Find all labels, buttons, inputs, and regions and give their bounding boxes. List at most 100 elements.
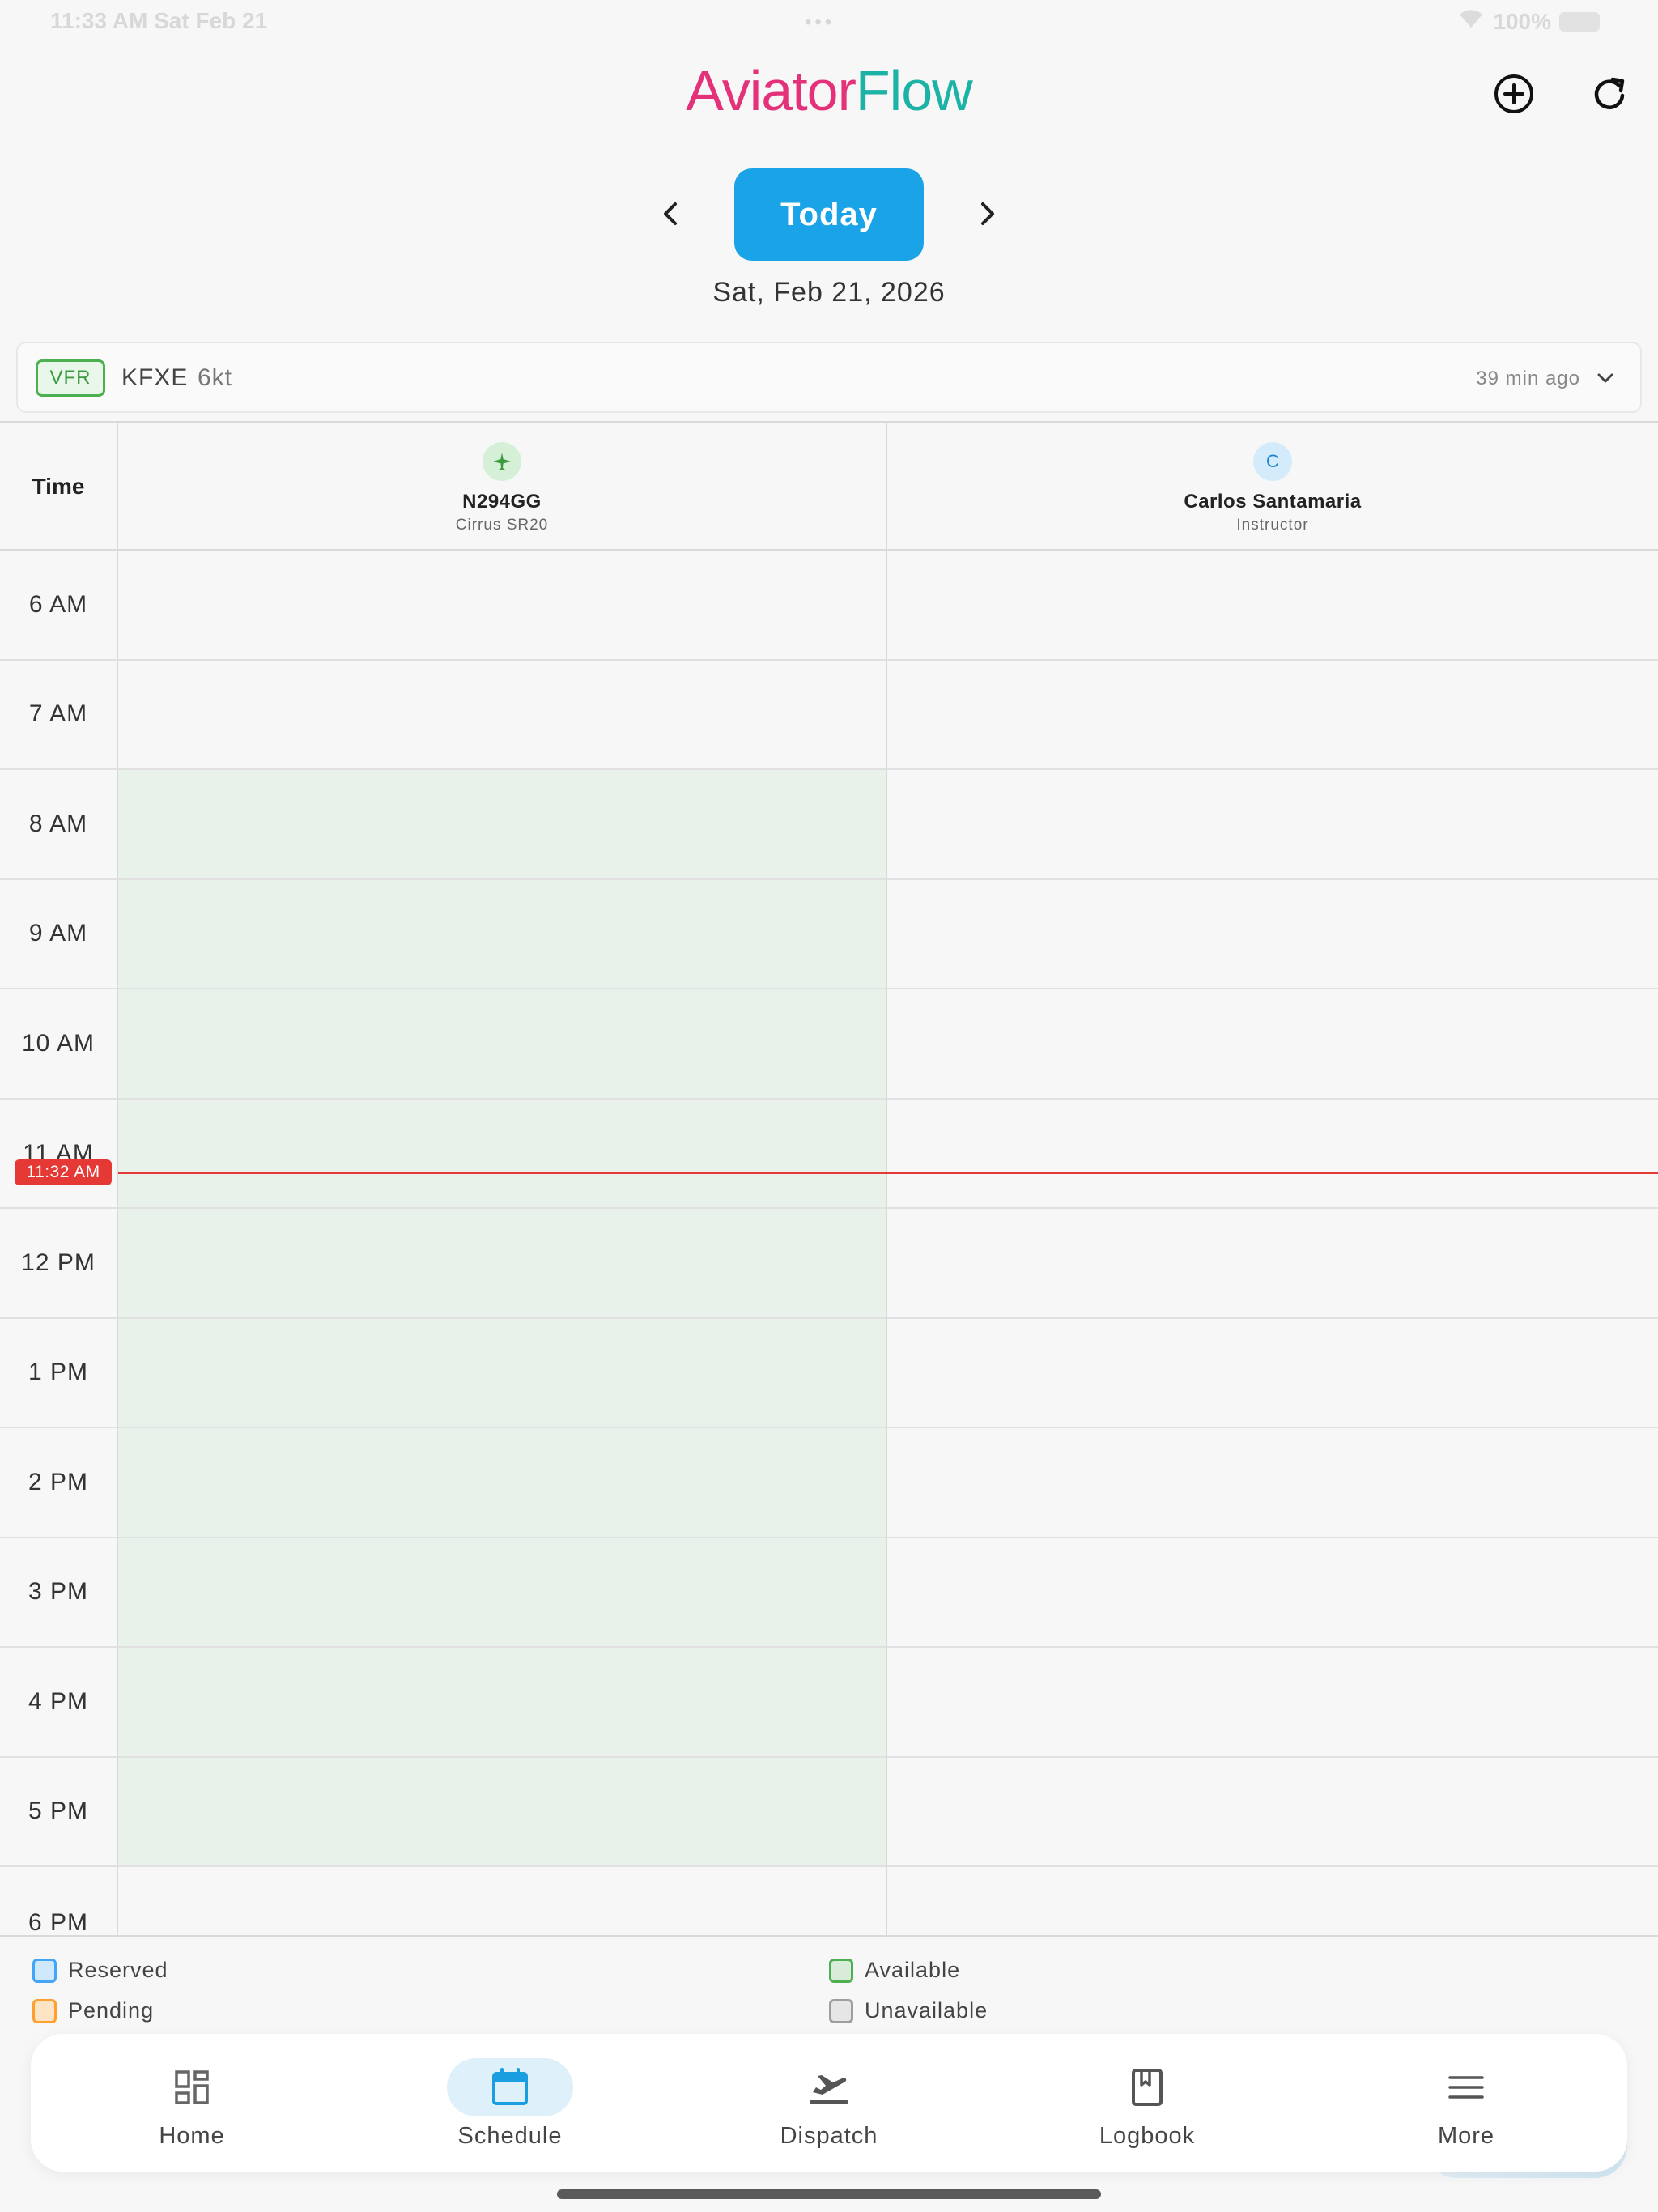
slot-instructor[interactable]: [887, 1319, 1658, 1427]
slot-aircraft[interactable]: [118, 1867, 887, 1935]
chevron-down-icon: [1597, 373, 1613, 383]
slot-aircraft-available[interactable]: [118, 1318, 887, 1427]
add-icon[interactable]: [1491, 71, 1537, 117]
slot-aircraft[interactable]: [118, 551, 887, 659]
current-date: Sat, Feb 21, 2026: [712, 277, 946, 308]
hour-label: 6 PM: [0, 1867, 118, 1935]
hour-row: 3 PM: [0, 1538, 1658, 1648]
chevron-right-icon: [981, 202, 994, 225]
legend-unavailable: Unavailable: [829, 1998, 988, 2023]
slot-instructor[interactable]: [887, 661, 1658, 769]
hour-row: 9 AM: [0, 879, 1658, 989]
tab-home[interactable]: Home: [70, 2034, 313, 2172]
legend-label: Pending: [68, 1998, 155, 2023]
legend-available: Available: [829, 1958, 960, 1983]
grid-header: Time N294GG Cirrus SR20 C Carlos Santama…: [0, 421, 1658, 551]
legend-label: Available: [865, 1958, 961, 1982]
resource-header-aircraft[interactable]: N294GG Cirrus SR20: [118, 423, 887, 551]
tab-logbook[interactable]: Logbook: [1026, 2034, 1269, 2172]
tab-schedule[interactable]: Schedule: [389, 2034, 631, 2172]
slot-aircraft-available[interactable]: [118, 989, 887, 1098]
slot-aircraft-available[interactable]: [118, 1648, 887, 1756]
wind-speed: 6kt: [198, 364, 233, 391]
legend-label: Reserved: [68, 1958, 168, 1982]
calendar-icon: [447, 2058, 573, 2116]
hour-label: 1 PM: [0, 1318, 118, 1427]
pending-swatch: [32, 1998, 57, 2023]
instructor-name: Carlos Santamaria: [1184, 491, 1362, 513]
current-time-line: [118, 1172, 1658, 1174]
tab-label: More: [1437, 2123, 1495, 2149]
schedule-grid: Time N294GG Cirrus SR20 C Carlos Santama…: [0, 421, 1658, 1935]
hour-label: 12 PM: [0, 1209, 118, 1317]
tab-label: Schedule: [457, 2123, 563, 2149]
hour-row: 2 PM: [0, 1428, 1658, 1538]
instructor-avatar: C: [1253, 442, 1292, 481]
slot-instructor[interactable]: [887, 880, 1658, 989]
home-indicator[interactable]: [557, 2189, 1101, 2199]
bottom-tab-bar: Home Schedule Dispatch Logbook More: [31, 2034, 1627, 2172]
hour-row: 11 AM: [0, 1099, 1658, 1209]
slot-aircraft-available[interactable]: [118, 879, 887, 988]
time-column-header: Time: [0, 423, 118, 551]
hour-label: 4 PM: [0, 1648, 118, 1756]
tab-label: Home: [159, 2123, 225, 2149]
slot-instructor[interactable]: [887, 1758, 1658, 1866]
weather-station: KFXE: [121, 364, 189, 391]
hour-row: 10 AM: [0, 989, 1658, 1100]
current-time-badge: 11:32 AM: [15, 1159, 112, 1185]
hour-label: 10 AM: [0, 989, 118, 1098]
slot-instructor[interactable]: [887, 1867, 1658, 1935]
unavailable-swatch: [829, 1998, 853, 2023]
refresh-icon[interactable]: [1587, 71, 1632, 117]
reserved-swatch: [32, 1958, 57, 1983]
slot-aircraft-available[interactable]: [118, 1209, 887, 1317]
slot-instructor[interactable]: [887, 770, 1658, 878]
slot-aircraft-available[interactable]: [118, 770, 887, 878]
legend-pending: Pending: [32, 1998, 154, 2023]
hour-row: 5 PM: [0, 1757, 1658, 1867]
hour-row: 6 AM: [0, 551, 1658, 661]
weather-updated: 39 min ago: [1476, 368, 1580, 389]
next-day-button[interactable]: [968, 193, 1007, 235]
hour-label: 6 AM: [0, 551, 118, 659]
legend: Reserved Pending Available Unavailable: [0, 1935, 1658, 2032]
slot-instructor[interactable]: [887, 551, 1658, 659]
tab-more[interactable]: More: [1345, 2034, 1588, 2172]
takeoff-icon: [766, 2058, 892, 2116]
hour-row: 6 PM: [0, 1867, 1658, 1935]
hour-row: 8 AM: [0, 770, 1658, 880]
slot-aircraft-available[interactable]: [118, 1099, 887, 1207]
battery-percent: 100%: [1493, 8, 1551, 34]
resource-header-instructor[interactable]: C Carlos Santamaria Instructor: [887, 423, 1658, 551]
today-button[interactable]: Today: [734, 168, 924, 261]
brand-part-flow: Flow: [855, 59, 973, 122]
slot-instructor[interactable]: [887, 1428, 1658, 1537]
hour-row: 1 PM: [0, 1318, 1658, 1428]
tab-dispatch[interactable]: Dispatch: [708, 2034, 950, 2172]
multitask-dots[interactable]: •••: [805, 11, 835, 34]
menu-icon: [1403, 2058, 1529, 2116]
tab-label: Logbook: [1099, 2123, 1196, 2149]
slot-instructor[interactable]: [887, 989, 1658, 1098]
slot-aircraft[interactable]: [118, 660, 887, 768]
previous-day-button[interactable]: [651, 193, 690, 235]
slot-aircraft-available[interactable]: [118, 1428, 887, 1537]
status-right: 100%: [1457, 8, 1600, 35]
hour-label: 11 AM: [0, 1099, 118, 1207]
slot-aircraft-available[interactable]: [118, 1538, 887, 1646]
weather-bar[interactable]: VFR KFXE 6kt 39 min ago: [16, 342, 1642, 413]
slot-instructor[interactable]: [887, 1209, 1658, 1317]
slot-aircraft-available[interactable]: [118, 1757, 887, 1865]
hour-label: 7 AM: [0, 660, 118, 768]
status-time: 11:33 AM Sat Feb 21: [50, 8, 268, 33]
legend-reserved: Reserved: [32, 1958, 168, 1983]
slot-instructor[interactable]: [887, 1538, 1658, 1647]
hour-row: 4 PM: [0, 1648, 1658, 1758]
hour-label: 5 PM: [0, 1757, 118, 1865]
hour-rows: 6 AM 7 AM 8 AM 9 AM 10 AM 11 AM 12 PM 1 …: [0, 551, 1658, 1935]
slot-instructor[interactable]: [887, 1648, 1658, 1756]
flight-category-badge: VFR: [36, 359, 105, 397]
slot-instructor[interactable]: [887, 1100, 1658, 1208]
hour-label: 9 AM: [0, 879, 118, 988]
